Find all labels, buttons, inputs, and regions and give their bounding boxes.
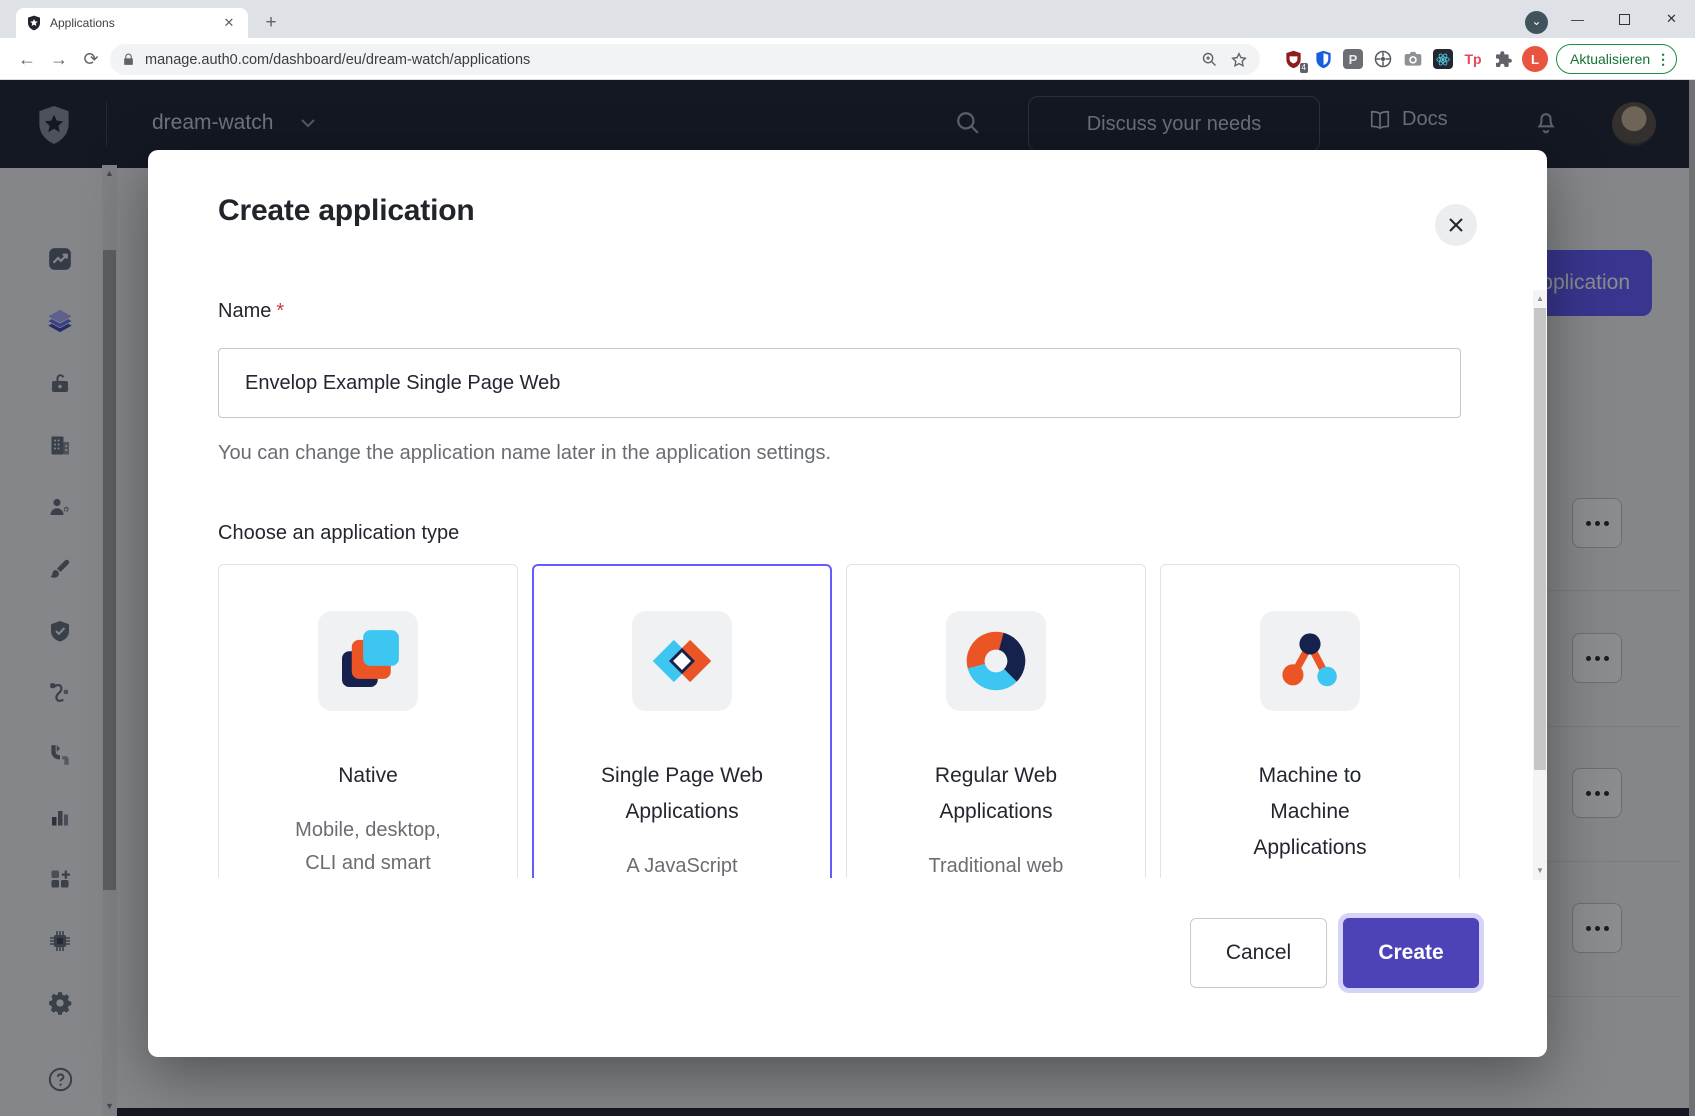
modal-scrollbar[interactable]: ▲ ▼ xyxy=(1533,290,1547,880)
name-label: Name* xyxy=(218,300,284,323)
m2m-icon xyxy=(1260,611,1360,711)
adblock-badge: 4 xyxy=(1300,63,1308,73)
application-name-input[interactable] xyxy=(218,348,1461,418)
application-type-cards: Native Mobile, desktop, CLI and smart Si… xyxy=(218,564,1461,878)
crosshair-extension-icon[interactable] xyxy=(1372,48,1394,70)
reload-button[interactable]: ⟳ xyxy=(78,47,104,73)
back-button[interactable]: ← xyxy=(14,47,40,73)
create-application-modal: Create application Name* You can change … xyxy=(148,150,1547,1057)
screen: Applications ✕ + ⌄ — ✕ ← → ⟳ manage.auth… xyxy=(0,0,1695,1116)
card-title: Regular Web Applications xyxy=(847,758,1145,830)
address-bar[interactable]: manage.auth0.com/dashboard/eu/dream-watc… xyxy=(110,44,1260,75)
modal-close-button[interactable] xyxy=(1435,204,1477,246)
adblock-extension-icon[interactable]: 4 xyxy=(1282,48,1304,70)
required-asterisk: * xyxy=(276,300,284,322)
tab-close-icon[interactable]: ✕ xyxy=(220,14,238,32)
p-extension-icon[interactable]: P xyxy=(1342,48,1364,70)
zoom-page-icon[interactable] xyxy=(1201,51,1218,68)
extensions-puzzle-icon[interactable] xyxy=(1492,48,1514,70)
card-regular-web[interactable]: Regular Web Applications Traditional web xyxy=(846,564,1146,878)
tab-title: Applications xyxy=(50,16,220,30)
card-machine-to-machine[interactable]: Machine to Machine Applications xyxy=(1160,564,1460,878)
application-type-heading: Choose an application type xyxy=(218,522,459,545)
card-title: Single Page Web Applications xyxy=(534,758,830,830)
card-description: Mobile, desktop, CLI and smart xyxy=(219,814,517,878)
native-icon xyxy=(318,611,418,711)
password-manager-extension-icon[interactable] xyxy=(1312,48,1334,70)
regular-web-icon xyxy=(946,611,1046,711)
card-description: A JavaScript xyxy=(534,850,830,878)
extensions-row: 4 P Tp L Aktualisieren ⋮ xyxy=(1282,38,1677,80)
browser-update-button[interactable]: Aktualisieren ⋮ xyxy=(1556,44,1677,74)
cancel-button[interactable]: Cancel xyxy=(1190,918,1327,988)
lock-icon xyxy=(122,52,135,67)
card-native[interactable]: Native Mobile, desktop, CLI and smart xyxy=(218,564,518,878)
browser-tab-bar: Applications ✕ + ⌄ — ✕ xyxy=(0,0,1695,38)
window-close-button[interactable]: ✕ xyxy=(1648,0,1695,38)
create-button[interactable]: Create xyxy=(1343,918,1479,988)
new-tab-button[interactable]: + xyxy=(258,10,284,36)
modal-title: Create application xyxy=(218,194,474,228)
modal-scrollbar-thumb[interactable] xyxy=(1534,308,1546,770)
bookmark-star-icon[interactable] xyxy=(1230,51,1248,69)
browser-menu-icon[interactable]: ⋮ xyxy=(1656,51,1670,68)
spa-icon xyxy=(632,611,732,711)
tp-extension-icon[interactable]: Tp xyxy=(1462,48,1484,70)
name-helper-text: You can change the application name late… xyxy=(218,442,831,465)
card-title: Native xyxy=(219,758,517,794)
window-minimize-button[interactable]: — xyxy=(1554,0,1601,38)
react-devtools-extension-icon[interactable] xyxy=(1432,48,1454,70)
browser-update-icon[interactable]: ⌄ xyxy=(1525,11,1548,34)
url-text: manage.auth0.com/dashboard/eu/dream-watc… xyxy=(145,52,1189,68)
modal-scrollbar-up-arrow[interactable]: ▲ xyxy=(1533,294,1547,303)
card-title: Machine to Machine Applications xyxy=(1161,758,1459,866)
update-button-label: Aktualisieren xyxy=(1570,51,1650,67)
forward-button[interactable]: → xyxy=(46,47,72,73)
auth0-favicon xyxy=(26,15,42,31)
card-single-page-web[interactable]: Single Page Web Applications A JavaScrip… xyxy=(532,564,832,878)
browser-profile-avatar[interactable]: L xyxy=(1522,46,1548,72)
window-maximize-button[interactable] xyxy=(1601,0,1648,38)
camera-extension-icon[interactable] xyxy=(1402,48,1424,70)
modal-scrollbar-down-arrow[interactable]: ▼ xyxy=(1533,866,1547,875)
close-icon xyxy=(1447,216,1465,234)
card-description: Traditional web xyxy=(847,850,1145,878)
browser-tab[interactable]: Applications ✕ xyxy=(16,8,248,38)
